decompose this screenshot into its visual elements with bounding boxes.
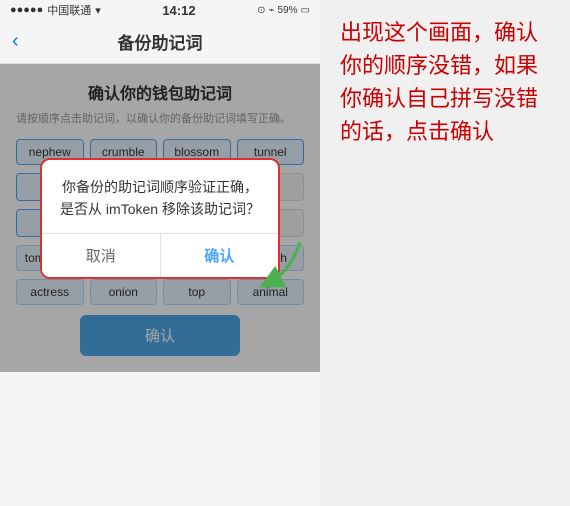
screen-record-icon: ⊙ <box>257 5 265 16</box>
carrier-name: 中国联通 <box>47 2 91 18</box>
modal-box: 你备份的助记词顺序验证正确，是否从 imToken 移除该助记词？ 取消 确认 <box>40 158 280 279</box>
status-left: ●●●●● 中国联通 ▾ <box>10 2 101 18</box>
signal-dots: ●●●●● <box>10 4 43 16</box>
modal-content: 你备份的助记词顺序验证正确，是否从 imToken 移除该助记词？ <box>42 160 278 233</box>
annotation-text: 出现这个画面，确认你的顺序没错，如果你确认自己拼写没错的话，点击确认 <box>340 16 554 148</box>
modal-confirm-button[interactable]: 确认 <box>161 234 279 277</box>
bluetooth-icon: ⌁ <box>269 5 275 16</box>
modal-overlay: 你备份的助记词顺序验证正确，是否从 imToken 移除该助记词？ 取消 确认 <box>0 64 320 372</box>
content-area: 确认你的钱包助记词 请按顺序点击助记词，以确认你的备份助记词填写正确。 neph… <box>0 64 320 372</box>
modal-actions: 取消 确认 <box>42 233 278 277</box>
back-button[interactable]: ‹ <box>12 30 19 53</box>
status-time: 14:12 <box>162 3 195 18</box>
phone-container: ●●●●● 中国联通 ▾ 14:12 ⊙ ⌁ 59% ▭ ‹ 备份助记词 确认你… <box>0 0 320 506</box>
status-bar: ●●●●● 中国联通 ▾ 14:12 ⊙ ⌁ 59% ▭ <box>0 0 320 20</box>
nav-title: 备份助记词 <box>118 29 203 54</box>
annotation-panel: 出现这个画面，确认你的顺序没错，如果你确认自己拼写没错的话，点击确认 <box>320 0 570 506</box>
nav-bar: ‹ 备份助记词 <box>0 20 320 64</box>
status-right: ⊙ ⌁ 59% ▭ <box>257 5 310 16</box>
modal-cancel-button[interactable]: 取消 <box>42 234 161 277</box>
battery-percent: 59% <box>278 5 298 16</box>
battery-icon: ▭ <box>301 5 310 16</box>
wifi-icon: ▾ <box>95 4 101 17</box>
modal-message: 你备份的助记词顺序验证正确，是否从 imToken 移除该助记词？ <box>58 176 262 221</box>
